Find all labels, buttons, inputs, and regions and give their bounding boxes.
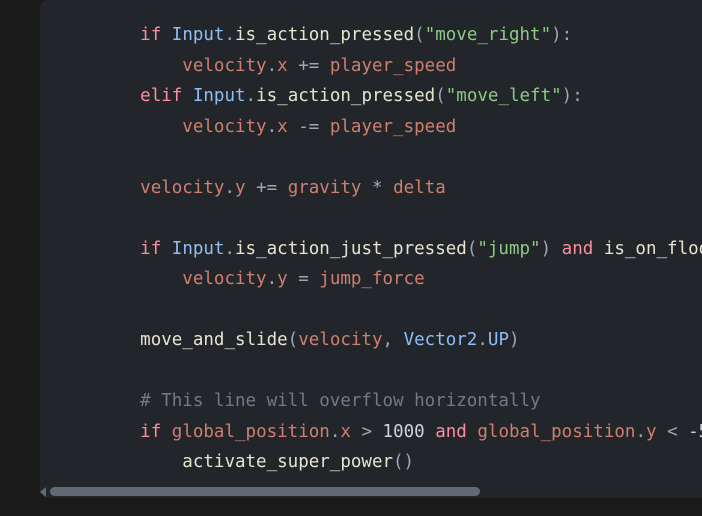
scrollbar-thumb[interactable] <box>50 487 480 496</box>
code-scroll-container[interactable]: if Input.is_action_pressed("move_right")… <box>40 0 702 498</box>
code-line[interactable]: # This line will overflow horizontally <box>98 386 702 417</box>
code-line[interactable]: if Input.is_action_just_pressed("jump") … <box>98 234 702 265</box>
code-line[interactable]: velocity.x += player_speed <box>98 51 702 82</box>
code-line[interactable] <box>98 356 702 387</box>
scroll-left-icon[interactable] <box>40 487 46 497</box>
code-editor-viewport: if Input.is_action_pressed("move_right")… <box>40 0 702 498</box>
code-line[interactable]: move_and_slide(velocity, Vector2.UP) <box>98 325 702 356</box>
code-line[interactable] <box>98 203 702 234</box>
code-line[interactable]: velocity.y = jump_force <box>98 264 702 295</box>
code-line[interactable]: velocity.x -= player_speed <box>98 112 702 143</box>
code-line[interactable]: if global_position.x > 1000 and global_p… <box>98 417 702 448</box>
code-content[interactable]: if Input.is_action_pressed("move_right")… <box>40 0 702 498</box>
code-line[interactable] <box>98 295 702 326</box>
code-line[interactable] <box>98 142 702 173</box>
code-line[interactable]: if Input.is_action_pressed("move_right")… <box>98 20 702 51</box>
code-line[interactable]: velocity.y += gravity * delta <box>98 173 702 204</box>
code-line[interactable]: activate_super_power() <box>98 447 702 478</box>
code-line[interactable]: elif Input.is_action_pressed("move_left"… <box>98 81 702 112</box>
horizontal-scrollbar[interactable] <box>40 486 698 497</box>
